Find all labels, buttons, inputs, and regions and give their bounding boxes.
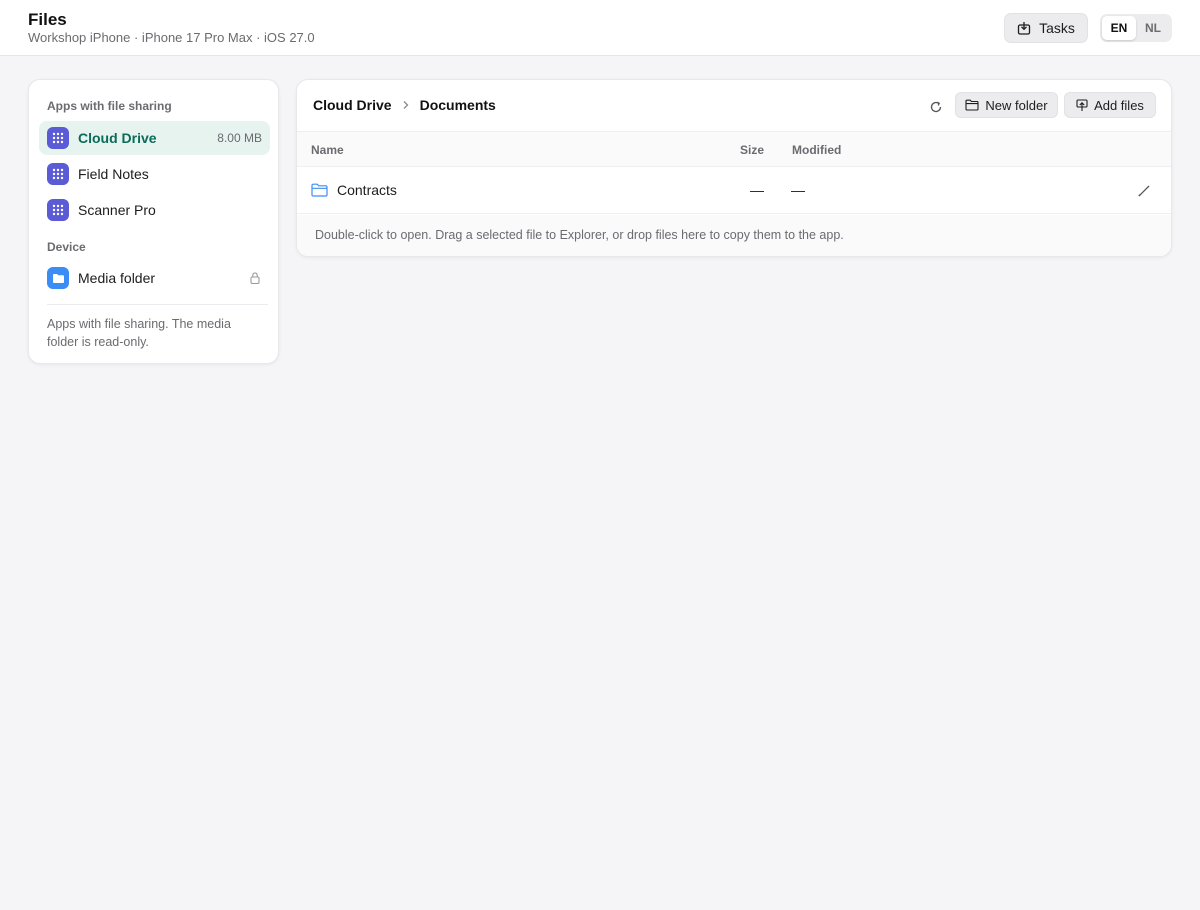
refresh-button[interactable] xyxy=(926,97,946,117)
sidebar-item-label: Scanner Pro xyxy=(78,202,156,218)
new-folder-button[interactable]: New folder xyxy=(955,92,1058,118)
folder-icon xyxy=(47,267,69,289)
sidebar-item-cloud-drive[interactable]: Cloud Drive 8.00 MB xyxy=(39,121,270,155)
drop-hint: Double-click to open. Drag a selected fi… xyxy=(297,215,1171,256)
add-files-button[interactable]: Add files xyxy=(1064,92,1156,118)
folder-icon xyxy=(965,99,979,111)
pencil-icon xyxy=(1138,185,1150,197)
tasks-label: Tasks xyxy=(1039,20,1075,36)
sidebar: Apps with file sharing Cloud Drive 8.00 … xyxy=(28,79,279,364)
file-browser-panel: Cloud Drive Documents New folder Add fil… xyxy=(296,79,1172,257)
app-size: 8.00 MB xyxy=(217,131,262,145)
lang-nl-option[interactable]: NL xyxy=(1136,16,1170,40)
device-section-label: Device xyxy=(47,240,86,254)
sidebar-item-field-notes[interactable]: Field Notes xyxy=(39,157,270,191)
sidebar-divider xyxy=(47,304,268,305)
app-title: Files xyxy=(28,10,67,29)
sidebar-item-label: Field Notes xyxy=(78,166,149,182)
sidebar-item-scanner-pro[interactable]: Scanner Pro xyxy=(39,193,270,227)
sidebar-item-label: Cloud Drive xyxy=(78,130,157,146)
upload-icon xyxy=(1076,98,1088,111)
rename-button[interactable] xyxy=(1135,182,1153,200)
sidebar-item-label: Media folder xyxy=(78,270,156,286)
app-grid-icon xyxy=(47,163,69,185)
folder-icon xyxy=(311,183,328,197)
add-files-label: Add files xyxy=(1094,97,1144,113)
column-name-header[interactable]: Name xyxy=(311,143,344,157)
chevron-right-icon xyxy=(403,101,408,109)
file-size: — xyxy=(750,182,764,198)
refresh-icon xyxy=(930,101,942,113)
tasks-button[interactable]: Tasks xyxy=(1004,13,1088,43)
breadcrumb-documents[interactable]: Documents xyxy=(420,97,496,113)
lang-en-option[interactable]: EN xyxy=(1102,16,1136,40)
breadcrumb: Cloud Drive Documents xyxy=(313,97,496,113)
language-toggle: EN NL xyxy=(1100,14,1172,42)
file-name: Contracts xyxy=(337,182,397,198)
column-size-header[interactable]: Size xyxy=(740,143,764,157)
device-subtitle: Workshop iPhone · iPhone 17 Pro Max · iO… xyxy=(28,30,315,45)
row-name-cell: Contracts xyxy=(311,182,397,198)
tasks-icon xyxy=(1017,22,1031,35)
sidebar-item-media-folder[interactable]: Media folder xyxy=(39,261,270,295)
apps-section-label: Apps with file sharing xyxy=(47,99,172,113)
column-modified-header[interactable]: Modified xyxy=(792,143,841,157)
file-modified: — xyxy=(791,182,805,198)
new-folder-label: New folder xyxy=(985,97,1048,113)
sidebar-note: Apps with file sharing. The media folder… xyxy=(47,317,231,349)
lock-icon xyxy=(250,272,260,285)
app-grid-icon xyxy=(47,199,69,221)
table-row[interactable]: Contracts — — xyxy=(297,168,1171,214)
table-header: Name Size Modified xyxy=(297,131,1171,167)
app-grid-icon xyxy=(47,127,69,149)
app-header: Files Workshop iPhone · iPhone 17 Pro Ma… xyxy=(0,0,1200,56)
drop-hint-text: Double-click to open. Drag a selected fi… xyxy=(315,228,844,242)
breadcrumb-cloud-drive[interactable]: Cloud Drive xyxy=(313,97,392,113)
